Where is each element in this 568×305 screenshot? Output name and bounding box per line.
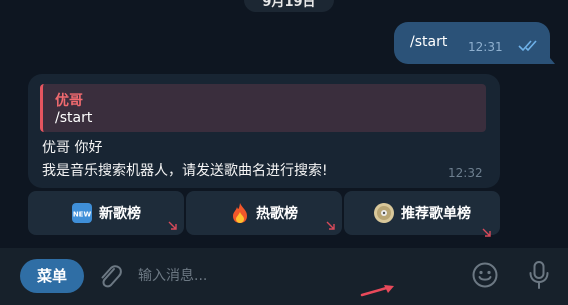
keyboard-button-hot-songs[interactable]: 热歌榜 bbox=[186, 191, 342, 235]
incoming-message-time: 12:32 bbox=[448, 166, 483, 180]
chat-area: 9月19日 /start 12:31 优哥 /start 优哥 你好 我是音乐搜… bbox=[0, 0, 568, 248]
date-pill: 9月19日 bbox=[244, 0, 334, 12]
new-badge-icon: NEW bbox=[71, 202, 93, 224]
keyboard-button-new-songs[interactable]: NEW 新歌榜 bbox=[28, 191, 184, 235]
keyboard-button-label: 新歌榜 bbox=[99, 206, 141, 222]
keyboard-button-label: 推荐歌单榜 bbox=[401, 206, 471, 222]
inline-arrow-icon bbox=[482, 228, 491, 237]
paperclip-icon[interactable] bbox=[97, 262, 123, 290]
fire-icon bbox=[230, 202, 250, 224]
outgoing-message[interactable]: /start 12:31 bbox=[394, 22, 550, 64]
emoji-icon[interactable] bbox=[471, 261, 499, 289]
reply-quote[interactable]: 优哥 /start bbox=[40, 84, 486, 132]
keyboard-button-recommended-playlists[interactable]: 推荐歌单榜 bbox=[344, 191, 500, 237]
microphone-icon[interactable] bbox=[527, 260, 551, 290]
cd-disc-icon bbox=[373, 202, 395, 224]
double-check-icon bbox=[518, 40, 537, 52]
outgoing-message-text: /start bbox=[410, 34, 448, 50]
annotation-arrow-icon bbox=[360, 285, 394, 297]
outgoing-bubble-tail bbox=[545, 52, 555, 64]
inline-arrow-icon bbox=[168, 221, 177, 230]
incoming-message[interactable]: 优哥 /start 优哥 你好 我是音乐搜索机器人，请发送歌曲名进行搜索! 12… bbox=[28, 74, 500, 188]
keyboard-button-label: 热歌榜 bbox=[256, 206, 298, 222]
reply-sender-name: 优哥 bbox=[55, 93, 83, 109]
message-composer: 菜单 bbox=[0, 248, 568, 305]
incoming-message-body: 我是音乐搜索机器人，请发送歌曲名进行搜索! bbox=[42, 163, 328, 179]
inline-arrow-icon bbox=[326, 221, 335, 230]
svg-text:NEW: NEW bbox=[73, 211, 92, 219]
menu-button[interactable]: 菜单 bbox=[20, 259, 84, 293]
incoming-message-greeting: 优哥 你好 bbox=[42, 140, 103, 156]
reply-quoted-text: /start bbox=[55, 110, 93, 126]
outgoing-message-time: 12:31 bbox=[468, 40, 503, 54]
